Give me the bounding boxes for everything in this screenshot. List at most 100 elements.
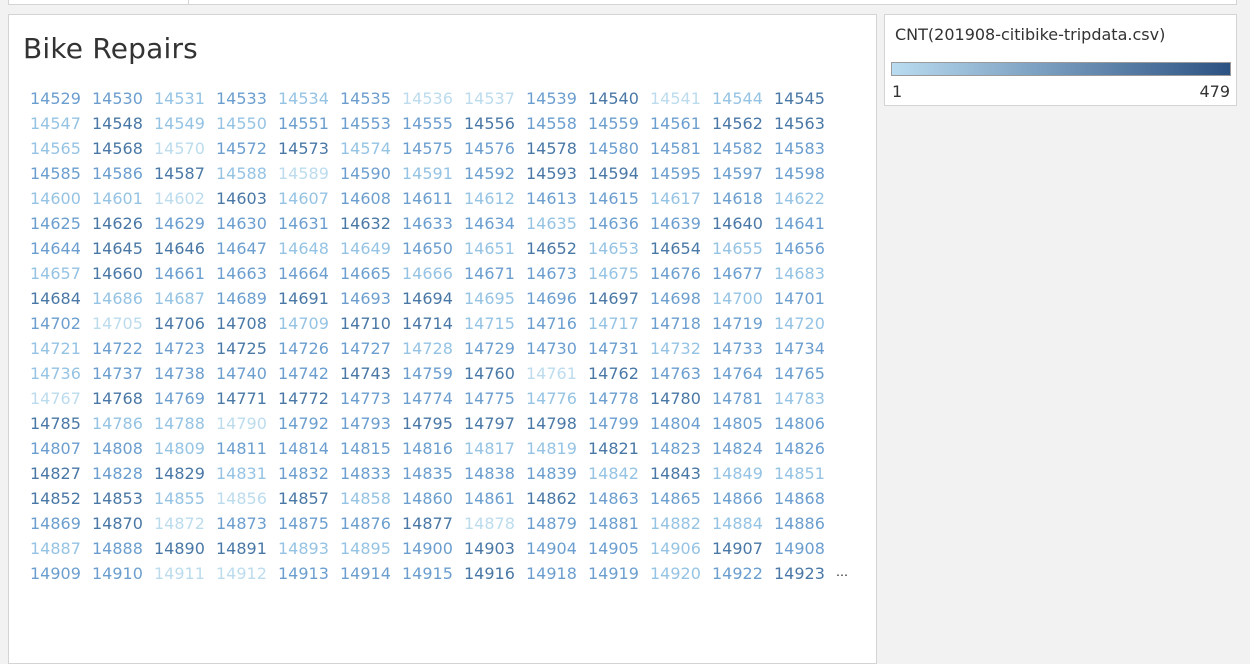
station-cell[interactable]: 14726 <box>278 336 340 361</box>
station-cell[interactable]: 14629 <box>154 211 216 236</box>
station-cell[interactable]: 14618 <box>712 186 774 211</box>
station-cell[interactable]: 14563 <box>774 111 836 136</box>
station-cell[interactable]: 14829 <box>154 461 216 486</box>
station-cell[interactable]: 14839 <box>526 461 588 486</box>
station-cell[interactable]: 14689 <box>216 286 278 311</box>
station-cell[interactable]: 14651 <box>464 236 526 261</box>
station-cell[interactable]: 14612 <box>464 186 526 211</box>
station-cell[interactable]: 14580 <box>588 136 650 161</box>
station-cell[interactable]: 14742 <box>278 361 340 386</box>
station-cell[interactable]: 14595 <box>650 161 712 186</box>
station-cell[interactable]: 14886 <box>774 511 836 536</box>
station-cell[interactable]: 14721 <box>30 336 92 361</box>
station-cell[interactable]: 14586 <box>92 161 154 186</box>
station-cell[interactable]: 14608 <box>340 186 402 211</box>
station-cell[interactable]: 14676 <box>650 261 712 286</box>
station-cell[interactable]: 14738 <box>154 361 216 386</box>
station-cell[interactable]: 14904 <box>526 536 588 561</box>
station-cell[interactable]: 14915 <box>402 561 464 586</box>
station-cell[interactable]: 14576 <box>464 136 526 161</box>
station-cell[interactable]: 14887 <box>30 536 92 561</box>
station-cell[interactable]: 14860 <box>402 486 464 511</box>
station-cell[interactable]: 14916 <box>464 561 526 586</box>
station-cell[interactable]: 14923 <box>774 561 836 586</box>
station-cell[interactable]: 14644 <box>30 236 92 261</box>
station-cell[interactable]: 14698 <box>650 286 712 311</box>
station-cell[interactable]: 14656 <box>774 236 836 261</box>
station-cell[interactable]: 14583 <box>774 136 836 161</box>
station-cell[interactable]: 14587 <box>154 161 216 186</box>
station-cell[interactable]: 14717 <box>588 311 650 336</box>
station-cell[interactable]: 14719 <box>712 311 774 336</box>
station-cell[interactable]: 14842 <box>588 461 650 486</box>
station-cell[interactable]: 14865 <box>650 486 712 511</box>
station-cell[interactable]: 14677 <box>712 261 774 286</box>
station-cell[interactable]: 14788 <box>154 411 216 436</box>
station-cell[interactable]: 14862 <box>526 486 588 511</box>
station-cell[interactable]: 14882 <box>650 511 712 536</box>
station-cell[interactable]: 14636 <box>588 211 650 236</box>
station-cell[interactable]: 14673 <box>526 261 588 286</box>
station-cell[interactable]: 14556 <box>464 111 526 136</box>
station-cell[interactable]: 14686 <box>92 286 154 311</box>
station-cell[interactable]: 14733 <box>712 336 774 361</box>
station-cell[interactable]: 14536 <box>402 86 464 111</box>
station-cell[interactable]: 14720 <box>774 311 836 336</box>
station-cell[interactable]: 14833 <box>340 461 402 486</box>
station-cell[interactable]: 14535 <box>340 86 402 111</box>
station-cell[interactable]: 14764 <box>712 361 774 386</box>
station-cell[interactable]: 14776 <box>526 386 588 411</box>
station-cell[interactable]: 14767 <box>30 386 92 411</box>
station-cell[interactable]: 14728 <box>402 336 464 361</box>
station-cell[interactable]: 14795 <box>402 411 464 436</box>
station-cell[interactable]: 14851 <box>774 461 836 486</box>
station-cell[interactable]: 14709 <box>278 311 340 336</box>
station-cell[interactable]: 14615 <box>588 186 650 211</box>
station-cell[interactable]: 14727 <box>340 336 402 361</box>
station-cell[interactable]: 14815 <box>340 436 402 461</box>
station-cell[interactable]: 14693 <box>340 286 402 311</box>
station-cell[interactable]: 14769 <box>154 386 216 411</box>
station-cell[interactable]: 14562 <box>712 111 774 136</box>
station-cell[interactable]: 14626 <box>92 211 154 236</box>
station-cell[interactable]: 14695 <box>464 286 526 311</box>
station-cell[interactable]: 14701 <box>774 286 836 311</box>
station-cell[interactable]: 14907 <box>712 536 774 561</box>
station-cell[interactable]: 14702 <box>30 311 92 336</box>
station-cell[interactable]: 14849 <box>712 461 774 486</box>
station-cell[interactable]: 14590 <box>340 161 402 186</box>
station-cell[interactable]: 14775 <box>464 386 526 411</box>
station-cell[interactable]: 14593 <box>526 161 588 186</box>
station-cell[interactable]: 14821 <box>588 436 650 461</box>
station-cell[interactable]: 14919 <box>588 561 650 586</box>
station-cell[interactable]: 14843 <box>650 461 712 486</box>
station-cell[interactable]: 14645 <box>92 236 154 261</box>
station-cell[interactable]: 14541 <box>650 86 712 111</box>
station-cell[interactable]: 14652 <box>526 236 588 261</box>
station-cell[interactable]: 14824 <box>712 436 774 461</box>
station-cell[interactable]: 14549 <box>154 111 216 136</box>
station-cell[interactable]: 14737 <box>92 361 154 386</box>
station-cell[interactable]: 14797 <box>464 411 526 436</box>
station-cell[interactable]: 14603 <box>216 186 278 211</box>
station-cell[interactable]: 14585 <box>30 161 92 186</box>
station-cell[interactable]: 14893 <box>278 536 340 561</box>
station-cell[interactable]: 14683 <box>774 261 836 286</box>
station-cell[interactable]: 14635 <box>526 211 588 236</box>
station-cell[interactable]: 14910 <box>92 561 154 586</box>
station-cell[interactable]: 14884 <box>712 511 774 536</box>
station-cell[interactable]: 14731 <box>588 336 650 361</box>
station-cell[interactable]: 14661 <box>154 261 216 286</box>
station-cell[interactable]: 14765 <box>774 361 836 386</box>
station-cell[interactable]: 14890 <box>154 536 216 561</box>
station-cell[interactable]: 14922 <box>712 561 774 586</box>
station-cell[interactable]: 14671 <box>464 261 526 286</box>
station-cell[interactable]: 14531 <box>154 86 216 111</box>
station-cell[interactable]: 14697 <box>588 286 650 311</box>
station-cell[interactable]: 14708 <box>216 311 278 336</box>
station-cell[interactable]: 14649 <box>340 236 402 261</box>
station-cell[interactable]: 14790 <box>216 411 278 436</box>
station-cell[interactable]: 14660 <box>92 261 154 286</box>
station-cell[interactable]: 14696 <box>526 286 588 311</box>
station-cell[interactable]: 14903 <box>464 536 526 561</box>
